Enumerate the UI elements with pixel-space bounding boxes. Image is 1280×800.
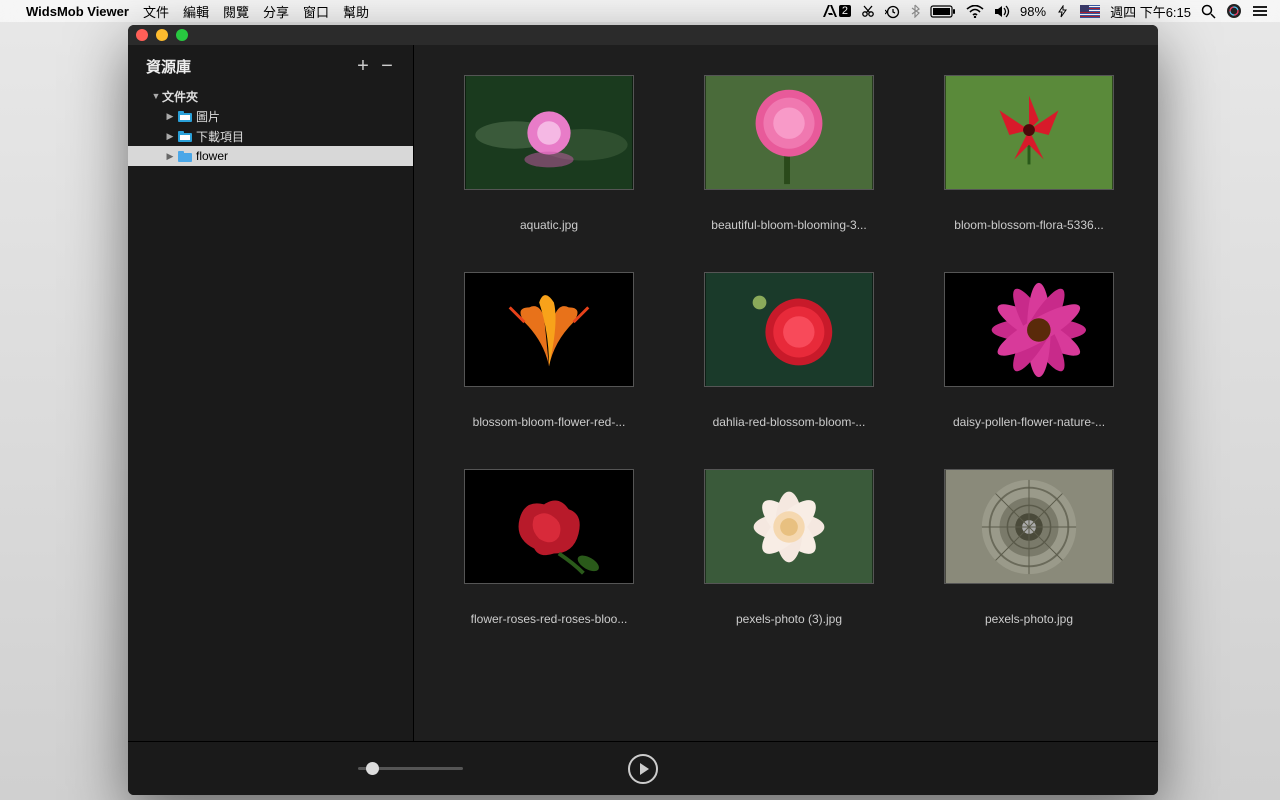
thumbnail-caption: aquatic.jpg <box>520 218 578 232</box>
thumbnail-caption: pexels-photo (3).jpg <box>736 612 842 626</box>
add-source-button[interactable]: + <box>351 55 375 78</box>
thumbnail-caption: beautiful-bloom-blooming-3... <box>711 218 866 232</box>
menu-file[interactable]: 文件 <box>143 2 169 21</box>
thumbnail-item[interactable]: blossom-bloom-flower-red-... <box>454 272 644 429</box>
time-machine-icon[interactable] <box>885 4 900 19</box>
thumbnail-image <box>464 75 634 190</box>
tree-item-flower[interactable]: ▶ flower <box>128 146 413 166</box>
battery-percent: 98% <box>1020 4 1046 19</box>
close-window-button[interactable] <box>136 29 148 41</box>
thumbnail-item[interactable]: pexels-photo.jpg <box>934 469 1124 626</box>
traffic-lights <box>136 29 188 41</box>
thumbnail-item[interactable]: daisy-pollen-flower-nature-... <box>934 272 1124 429</box>
thumbnail-caption: dahlia-red-blossom-bloom-... <box>713 415 866 429</box>
scissors-icon[interactable] <box>861 4 875 18</box>
adobe-count-badge: 2 <box>839 5 851 17</box>
remove-source-button[interactable]: − <box>375 55 399 78</box>
slideshow-play-button[interactable] <box>628 754 658 784</box>
thumbnail-size-slider[interactable] <box>358 759 463 779</box>
thumbnail-image <box>464 469 634 584</box>
charging-icon <box>1056 5 1070 18</box>
bluetooth-icon[interactable] <box>910 4 920 18</box>
volume-icon[interactable] <box>994 5 1010 18</box>
disclosure-triangle-icon[interactable]: ▶ <box>164 151 176 162</box>
collection-folder-icon <box>178 111 192 122</box>
thumbnail-caption: blossom-bloom-flower-red-... <box>473 415 626 429</box>
notification-center-icon[interactable] <box>1252 5 1268 18</box>
tree-item-label: 圖片 <box>196 108 220 125</box>
input-source-icon[interactable] <box>1080 5 1100 18</box>
sidebar-header: 資源庫 + − <box>128 45 413 84</box>
tree-root-folders[interactable]: ▼ 文件夾 <box>128 86 413 106</box>
app-name[interactable]: WidsMob Viewer <box>26 4 129 19</box>
menu-window[interactable]: 窗口 <box>303 2 329 21</box>
sidebar: 資源庫 + − ▼ 文件夾 ▶ 圖片 ▶ 下載項目 <box>128 45 414 741</box>
macos-menubar: WidsMob Viewer 文件 編輯 閱覽 分享 窗口 幫助 2 98% 週… <box>0 0 1280 22</box>
thumbnail-image <box>944 75 1114 190</box>
thumbnail-image <box>464 272 634 387</box>
thumbnail-caption: bloom-blossom-flora-5336... <box>954 218 1103 232</box>
thumbnail-image <box>704 469 874 584</box>
thumbnail-item[interactable]: bloom-blossom-flora-5336... <box>934 75 1124 232</box>
window-titlebar[interactable] <box>128 25 1158 45</box>
tree-item-label: 下載項目 <box>196 128 244 145</box>
wifi-icon[interactable] <box>966 5 984 18</box>
disclosure-triangle-icon[interactable]: ▼ <box>150 91 162 101</box>
disclosure-triangle-icon[interactable]: ▶ <box>164 111 176 122</box>
tree-item-label: flower <box>196 149 228 163</box>
thumbnail-caption: flower-roses-red-roses-bloo... <box>471 612 628 626</box>
menu-view[interactable]: 閱覽 <box>223 2 249 21</box>
menu-edit[interactable]: 編輯 <box>183 2 209 21</box>
tree-root-label: 文件夾 <box>162 88 198 105</box>
menu-help[interactable]: 幫助 <box>343 2 369 21</box>
battery-icon[interactable] <box>930 5 956 18</box>
thumbnail-image <box>704 272 874 387</box>
thumbnail-item[interactable]: flower-roses-red-roses-bloo... <box>454 469 644 626</box>
folder-tree: ▼ 文件夾 ▶ 圖片 ▶ 下載項目 ▶ flower <box>128 84 413 166</box>
app-window: 資源庫 + − ▼ 文件夾 ▶ 圖片 ▶ 下載項目 <box>128 25 1158 795</box>
siri-icon[interactable] <box>1226 3 1242 19</box>
thumbnail-caption: pexels-photo.jpg <box>985 612 1073 626</box>
bottom-toolbar <box>128 741 1158 795</box>
thumbnail-image <box>704 75 874 190</box>
clock[interactable]: 週四 下午6:15 <box>1110 2 1191 21</box>
adobe-status-icon[interactable]: 2 <box>823 5 851 17</box>
menu-share[interactable]: 分享 <box>263 2 289 21</box>
minimize-window-button[interactable] <box>156 29 168 41</box>
thumbnail-item[interactable]: aquatic.jpg <box>454 75 644 232</box>
spotlight-icon[interactable] <box>1201 4 1216 19</box>
thumbnail-item[interactable]: pexels-photo (3).jpg <box>694 469 884 626</box>
play-icon <box>640 763 649 775</box>
thumbnail-item[interactable]: beautiful-bloom-blooming-3... <box>694 75 884 232</box>
thumbnail-image <box>944 272 1114 387</box>
thumbnail-caption: daisy-pollen-flower-nature-... <box>953 415 1105 429</box>
disclosure-triangle-icon[interactable]: ▶ <box>164 131 176 142</box>
folder-icon <box>178 151 192 162</box>
thumbnail-item[interactable]: dahlia-red-blossom-bloom-... <box>694 272 884 429</box>
fullscreen-window-button[interactable] <box>176 29 188 41</box>
tree-item-pictures[interactable]: ▶ 圖片 <box>128 106 413 126</box>
sidebar-title: 資源庫 <box>146 56 351 77</box>
collection-folder-icon <box>178 131 192 142</box>
tree-item-downloads[interactable]: ▶ 下載項目 <box>128 126 413 146</box>
thumbnail-image <box>944 469 1114 584</box>
slider-knob[interactable] <box>366 762 379 775</box>
thumbnail-grid-area: aquatic.jpg beautiful-bloom-blooming-3..… <box>414 45 1158 741</box>
thumbnail-grid: aquatic.jpg beautiful-bloom-blooming-3..… <box>454 75 1118 626</box>
